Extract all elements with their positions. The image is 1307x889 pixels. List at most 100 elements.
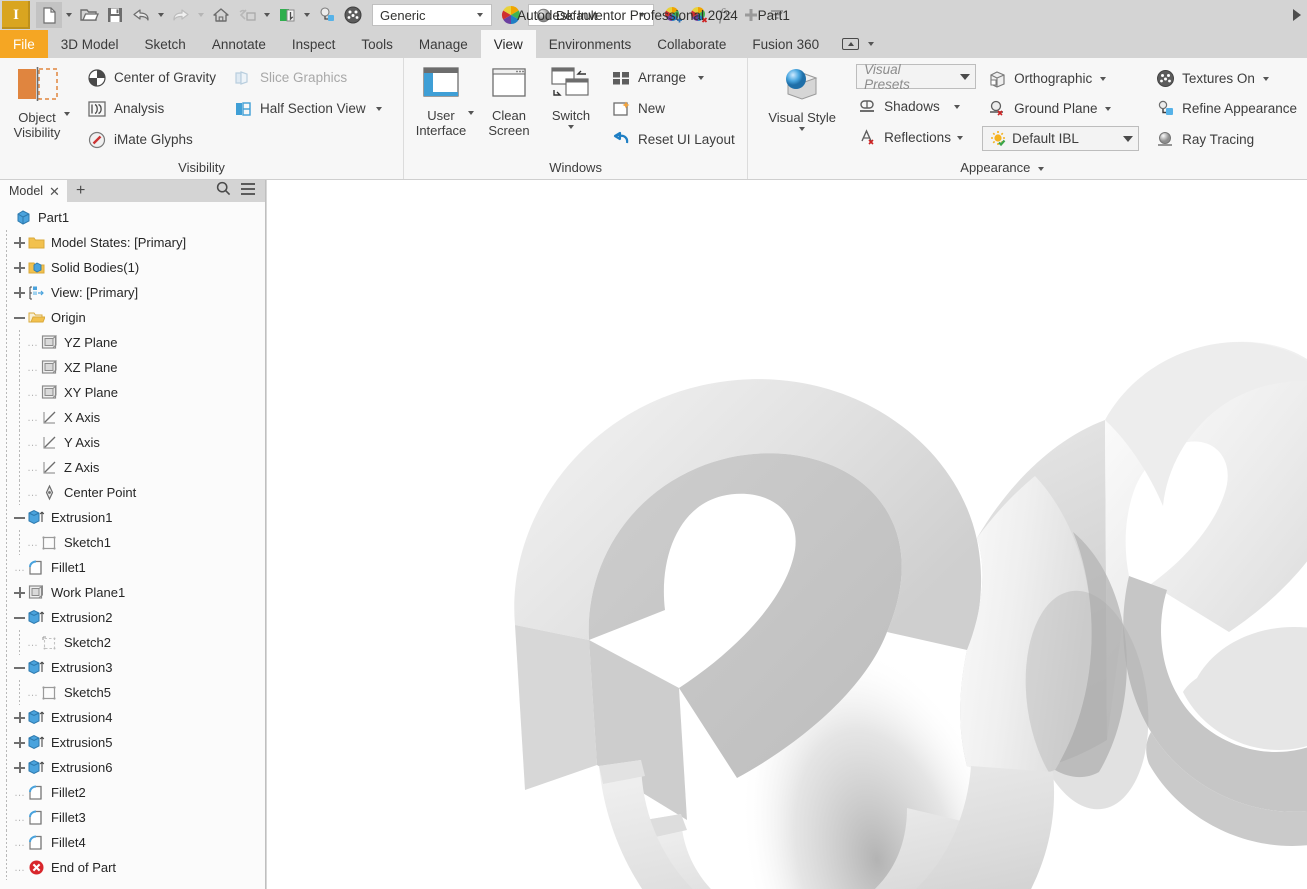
expand-icon[interactable] bbox=[13, 736, 26, 749]
tree-item-xy-plane[interactable]: … XY Plane bbox=[0, 380, 265, 405]
material-selector[interactable]: Generic bbox=[372, 4, 492, 26]
appearance-panel-expand-icon[interactable] bbox=[1038, 166, 1045, 171]
tab-tools[interactable]: Tools bbox=[348, 30, 406, 58]
object-visibility-button[interactable]: Object Visibility bbox=[6, 62, 68, 140]
add-tab-icon[interactable]: + bbox=[67, 180, 94, 202]
collapse-icon[interactable] bbox=[13, 511, 26, 524]
new-window-button[interactable]: New bbox=[606, 93, 739, 124]
tree-item-model-states-primary[interactable]: Model States: [Primary] bbox=[0, 230, 265, 255]
appearance-selector[interactable]: Default bbox=[528, 4, 654, 26]
expand-icon[interactable] bbox=[13, 286, 26, 299]
tree-item-solid-bodies-1[interactable]: Solid Bodies(1) bbox=[0, 255, 265, 280]
parameters-fx-button[interactable]: fx bbox=[712, 2, 738, 28]
visual-presets-combo[interactable]: Visual Presets bbox=[856, 62, 977, 92]
tree-item-extrusion5[interactable]: Extrusion5 bbox=[0, 730, 265, 755]
clean-screen-button[interactable]: Clean Screen bbox=[478, 62, 540, 138]
tree-item-part1[interactable]: Part1 bbox=[0, 205, 265, 230]
chevron-down-icon[interactable] bbox=[868, 42, 875, 46]
refine-appearance-button[interactable]: Refine Appearance bbox=[1150, 93, 1301, 124]
ribbon-display-options[interactable] bbox=[832, 30, 888, 58]
shadows-button[interactable]: Shadows bbox=[852, 91, 980, 122]
expand-icon[interactable] bbox=[13, 711, 26, 724]
undo-button[interactable] bbox=[128, 2, 154, 28]
tab-file[interactable]: File bbox=[0, 30, 48, 58]
reflections-dropdown-icon[interactable] bbox=[956, 135, 963, 140]
collapse-icon[interactable] bbox=[13, 311, 26, 324]
collapse-icon[interactable] bbox=[13, 661, 26, 674]
tree-item-sketch5[interactable]: … Sketch5 bbox=[0, 680, 265, 705]
ribbon-minimize-icon[interactable] bbox=[842, 38, 860, 50]
tree-item-extrusion4[interactable]: Extrusion4 bbox=[0, 705, 265, 730]
tree-item-extrusion6[interactable]: Extrusion6 bbox=[0, 755, 265, 780]
reset-ui-layout-button[interactable]: Reset UI Layout bbox=[606, 124, 739, 155]
orthographic-dropdown-icon[interactable] bbox=[1100, 76, 1107, 81]
tree-item-work-plane1[interactable]: Work Plane1 bbox=[0, 580, 265, 605]
tree-item-fillet4[interactable]: … Fillet4 bbox=[0, 830, 265, 855]
ground-plane-button[interactable]: Ground Plane bbox=[982, 93, 1142, 124]
open-document-button[interactable] bbox=[76, 2, 102, 28]
tab-annotate[interactable]: Annotate bbox=[199, 30, 279, 58]
3d-viewport[interactable] bbox=[266, 180, 1307, 889]
expand-icon[interactable] bbox=[13, 236, 26, 249]
user-interface-dropdown-icon[interactable] bbox=[468, 111, 474, 115]
expand-right-icon[interactable] bbox=[1293, 9, 1301, 21]
texture-toggle-button[interactable] bbox=[340, 2, 366, 28]
tab-view[interactable]: View bbox=[480, 30, 536, 58]
tree-item-extrusion2[interactable]: Extrusion2 bbox=[0, 605, 265, 630]
color-wheel-icon[interactable] bbox=[498, 2, 524, 28]
tab-environments[interactable]: Environments bbox=[536, 30, 645, 58]
tree-item-end-of-part[interactable]: … End of Part bbox=[0, 855, 265, 880]
tree-item-extrusion3[interactable]: Extrusion3 bbox=[0, 655, 265, 680]
tab-sketch[interactable]: Sketch bbox=[132, 30, 199, 58]
tree-item-sketch2[interactable]: … Sketch2 bbox=[0, 630, 265, 655]
tree-item-sketch1[interactable]: … Sketch1 bbox=[0, 530, 265, 555]
shadows-dropdown-icon[interactable] bbox=[953, 104, 960, 109]
new-document-dropdown-icon[interactable] bbox=[66, 13, 72, 17]
add-appearance-icon[interactable] bbox=[660, 2, 686, 28]
analysis-button[interactable]: Analysis bbox=[82, 93, 220, 124]
expand-icon[interactable] bbox=[13, 761, 26, 774]
collapse-icon[interactable] bbox=[13, 611, 26, 624]
adjust-button[interactable] bbox=[274, 2, 300, 28]
ground-plane-dropdown-icon[interactable] bbox=[1105, 106, 1112, 111]
arrange-dropdown-icon[interactable] bbox=[698, 75, 705, 80]
visual-style-button[interactable]: Visual Style bbox=[754, 62, 850, 131]
tree-item-extrusion1[interactable]: Extrusion1 bbox=[0, 505, 265, 530]
ray-tracing-button[interactable]: Ray Tracing bbox=[1150, 124, 1301, 155]
tree-item-center-point[interactable]: … Center Point bbox=[0, 480, 265, 505]
arrange-button[interactable]: Arrange bbox=[606, 62, 739, 93]
visual-style-dropdown-icon[interactable] bbox=[799, 127, 806, 131]
tab-collaborate[interactable]: Collaborate bbox=[644, 30, 739, 58]
tree-item-x-axis[interactable]: … X Axis bbox=[0, 405, 265, 430]
tree-item-z-axis[interactable]: … Z Axis bbox=[0, 455, 265, 480]
browser-menu-icon[interactable] bbox=[240, 182, 256, 201]
center-of-gravity-button[interactable]: Center of Gravity bbox=[82, 62, 220, 93]
tree-item-fillet1[interactable]: … Fillet1 bbox=[0, 555, 265, 580]
expand-icon[interactable] bbox=[13, 261, 26, 274]
textures-on-dropdown-icon[interactable] bbox=[1262, 76, 1269, 81]
reflections-button[interactable]: Reflections bbox=[852, 122, 980, 153]
tab-fusion-360[interactable]: Fusion 360 bbox=[739, 30, 832, 58]
orthographic-button[interactable]: Orthographic bbox=[982, 64, 1142, 93]
switch-button[interactable]: Switch bbox=[540, 62, 602, 129]
default-ibl-combo[interactable]: Default IBL bbox=[982, 126, 1140, 151]
tab-manage[interactable]: Manage bbox=[406, 30, 481, 58]
switch-dropdown-icon[interactable] bbox=[568, 125, 574, 129]
tree-item-xz-plane[interactable]: … XZ Plane bbox=[0, 355, 265, 380]
remove-appearance-icon[interactable] bbox=[686, 2, 712, 28]
appearance-override-button[interactable] bbox=[234, 2, 260, 28]
add-to-quick-access-button[interactable] bbox=[738, 2, 764, 28]
browser-search-icon[interactable] bbox=[216, 181, 231, 201]
tree-item-fillet2[interactable]: … Fillet2 bbox=[0, 780, 265, 805]
new-document-button[interactable] bbox=[36, 2, 62, 28]
object-visibility-dropdown-icon[interactable] bbox=[64, 112, 70, 116]
tab-inspect[interactable]: Inspect bbox=[279, 30, 349, 58]
application-menu-button[interactable]: I bbox=[2, 1, 30, 29]
half-section-view-button[interactable]: Half Section View bbox=[228, 93, 390, 124]
textures-on-button[interactable]: Textures On bbox=[1150, 64, 1301, 93]
imate-glyphs-button[interactable]: iMate Glyphs bbox=[82, 124, 220, 155]
tree-item-fillet3[interactable]: … Fillet3 bbox=[0, 805, 265, 830]
redo-dropdown-icon[interactable] bbox=[198, 13, 204, 17]
adjust-dropdown-icon[interactable] bbox=[304, 13, 310, 17]
slice-graphics-button[interactable]: Slice Graphics bbox=[228, 62, 390, 93]
